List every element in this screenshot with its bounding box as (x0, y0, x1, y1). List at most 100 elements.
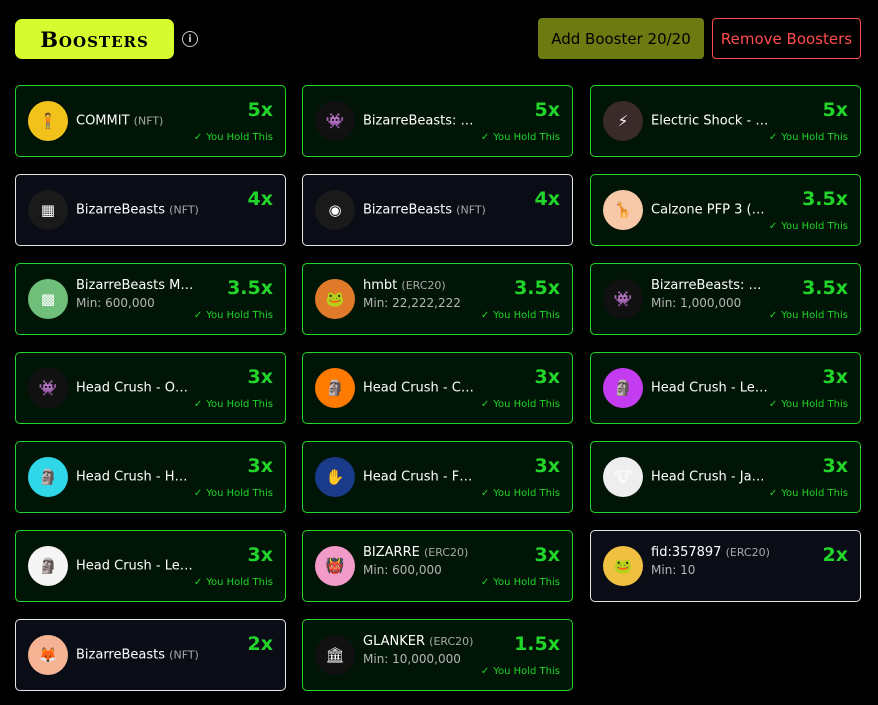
checkmark-icon: ✓ (480, 666, 490, 677)
booster-type-tag: (NFT) (169, 203, 199, 217)
booster-name: fid:357897 (651, 545, 722, 560)
you-hold-this-status: ✓ You Hold This (481, 310, 560, 321)
booster-info: Electric Shock - … (651, 114, 776, 129)
cow-head-icon: 🐮 (603, 457, 643, 497)
booster-info: BIZARRE (ERC20) Min: 600,000 (363, 545, 488, 577)
booster-card[interactable]: 🦒 Calzone PFP 3 (… 3.5x ✓ You Hold This (590, 174, 861, 246)
frog-token-icon: 🐸 (603, 546, 643, 586)
pink-figure-icon: 🧍 (28, 101, 68, 141)
booster-card[interactable]: 👾 Head Crush - O… 3x ✓ You Hold This (15, 352, 286, 424)
booster-info: Head Crush - C… (363, 381, 488, 396)
checkmark-icon: ✓ (768, 488, 778, 499)
booster-multiplier: 3x (534, 544, 560, 566)
booster-multiplier: 2x (247, 633, 273, 655)
booster-card[interactable]: 🐮 Head Crush - Ja… 3x ✓ You Hold This (590, 441, 861, 513)
checkmark-icon: ✓ (193, 488, 203, 499)
booster-card[interactable]: 🐸 hmbt (ERC20) Min: 22,222,222 3.5x ✓ You Hol… (302, 263, 573, 335)
booster-name-line: BizarreBeasts (NFT) (76, 203, 201, 218)
hold-status-label: You Hold This (493, 310, 560, 321)
booster-name-line: Electric Shock - … (651, 114, 776, 129)
you-hold-this-status: ✓ You Hold This (481, 132, 560, 143)
checkmark-icon: ✓ (768, 399, 778, 410)
hold-status-label: You Hold This (493, 488, 560, 499)
booster-name: BizarreBeasts (76, 647, 166, 663)
booster-multiplier: 4x (534, 188, 560, 210)
booster-card[interactable]: ◉ BizarreBeasts (NFT) 4x (302, 174, 573, 246)
hold-status-label: You Hold This (493, 666, 560, 677)
booster-info: COMMIT (NFT) (76, 114, 201, 129)
you-hold-this-status: ✓ You Hold This (481, 488, 560, 499)
booster-multiplier: 3x (534, 455, 560, 477)
booster-info: Head Crush - Ja… (651, 470, 776, 485)
checkmark-icon: ✓ (768, 221, 778, 232)
booster-name: GLANKER (363, 634, 426, 649)
booster-multiplier: 5x (247, 99, 273, 121)
you-hold-this-status: ✓ You Hold This (194, 577, 273, 588)
booster-name: Head Crush - H… (76, 469, 188, 485)
booster-card[interactable]: ▦ BizarreBeasts (NFT) 4x (15, 174, 286, 246)
booster-name: Head Crush - C… (363, 380, 474, 396)
you-hold-this-status: ✓ You Hold This (194, 132, 273, 143)
electric-face-icon: ⚡ (603, 101, 643, 141)
booster-card[interactable]: 🧍 COMMIT (NFT) 5x ✓ You Hold This (15, 85, 286, 157)
booster-card[interactable]: 👾 BizarreBeasts: … Min: 1,000,000 3.5x ✓ You … (590, 263, 861, 335)
you-hold-this-status: ✓ You Hold This (481, 399, 560, 410)
checkmark-icon: ✓ (193, 577, 203, 588)
booster-multiplier: 3x (247, 366, 273, 388)
colorful-grid-icon: ▩ (28, 279, 68, 319)
booster-card[interactable]: 🗿 Head Crush - C… 3x ✓ You Hold This (302, 352, 573, 424)
booster-card[interactable]: 🦊 BizarreBeasts (NFT) 2x (15, 619, 286, 691)
booster-info: Head Crush - F… (363, 470, 488, 485)
checkmark-icon: ✓ (480, 132, 490, 143)
booster-name: BizarreBeasts: … (651, 278, 762, 293)
hold-status-label: You Hold This (781, 310, 848, 321)
booster-name-line: Head Crush - Ja… (651, 470, 776, 485)
bank-icon: 🏛 (315, 635, 355, 675)
orange-head-icon: 🗿 (315, 368, 355, 408)
booster-info: BizarreBeasts M… Min: 600,000 (76, 278, 201, 310)
booster-multiplier: 5x (822, 99, 848, 121)
you-hold-this-status: ✓ You Hold This (769, 399, 848, 410)
booster-card[interactable]: 👹 BIZARRE (ERC20) Min: 600,000 3x ✓ You Hold … (302, 530, 573, 602)
booster-card[interactable]: ⚡ Electric Shock - … 5x ✓ You Hold This (590, 85, 861, 157)
you-hold-this-status: ✓ You Hold This (194, 399, 273, 410)
booster-name: BizarreBeasts: … (363, 113, 474, 129)
booster-multiplier: 3x (822, 366, 848, 388)
booster-multiplier: 3x (822, 455, 848, 477)
booster-card[interactable]: 👾 BizarreBeasts: … 5x ✓ You Hold This (302, 85, 573, 157)
booster-type-tag: (NFT) (456, 203, 486, 217)
booster-info: BizarreBeasts: … Min: 1,000,000 (651, 278, 776, 310)
booster-card[interactable]: 🗿 Head Crush - Le… 3x ✓ You Hold This (15, 530, 286, 602)
booster-name: Head Crush - F… (363, 469, 473, 485)
booster-card[interactable]: 🐸 fid:357897 (ERC20) Min: 10 2x (590, 530, 861, 602)
booster-name: Electric Shock - … (651, 113, 769, 129)
info-icon[interactable]: i (182, 31, 198, 47)
booster-multiplier: 1.5x (514, 633, 560, 655)
booster-card[interactable]: ✋ Head Crush - F… 3x ✓ You Hold This (302, 441, 573, 513)
booster-name-line: COMMIT (NFT) (76, 114, 201, 129)
booster-info: fid:357897 (ERC20) Min: 10 (651, 545, 776, 577)
booster-card[interactable]: 🗿 Head Crush - Le… 3x ✓ You Hold This (590, 352, 861, 424)
booster-name-line: BizarreBeasts (NFT) (76, 648, 201, 663)
booster-min-amount: Min: 10,000,000 (363, 652, 461, 666)
checkmark-icon: ✓ (480, 310, 490, 321)
booster-name: COMMIT (76, 113, 130, 129)
hold-status-label: You Hold This (781, 221, 848, 232)
you-hold-this-status: ✓ You Hold This (481, 577, 560, 588)
checkmark-icon: ✓ (480, 399, 490, 410)
booster-name-line: BizarreBeasts: … (363, 114, 488, 129)
add-booster-button[interactable]: Add Booster 20/20 (538, 18, 704, 59)
booster-card[interactable]: ▩ BizarreBeasts M… Min: 600,000 3.5x ✓ You Ho… (15, 263, 286, 335)
remove-boosters-button[interactable]: Remove Boosters (712, 18, 861, 59)
booster-card[interactable]: 🗿 Head Crush - H… 3x ✓ You Hold This (15, 441, 286, 513)
booster-info: Head Crush - Le… (651, 381, 776, 396)
beasts-banner-icon: ◉ (315, 190, 355, 230)
booster-card[interactable]: 🏛 GLANKER (ERC20) Min: 10,000,000 1.5x ✓ You … (302, 619, 573, 691)
booster-min-amount: Min: 1,000,000 (651, 296, 742, 310)
booster-multiplier: 3x (534, 366, 560, 388)
booster-name: Calzone PFP 3 (… (651, 202, 765, 218)
you-hold-this-status: ✓ You Hold This (194, 488, 273, 499)
booster-type-tag: (ERC20) (423, 546, 469, 559)
booster-name-line: GLANKER (ERC20) (363, 634, 488, 649)
booster-info: GLANKER (ERC20) Min: 10,000,000 (363, 634, 488, 666)
